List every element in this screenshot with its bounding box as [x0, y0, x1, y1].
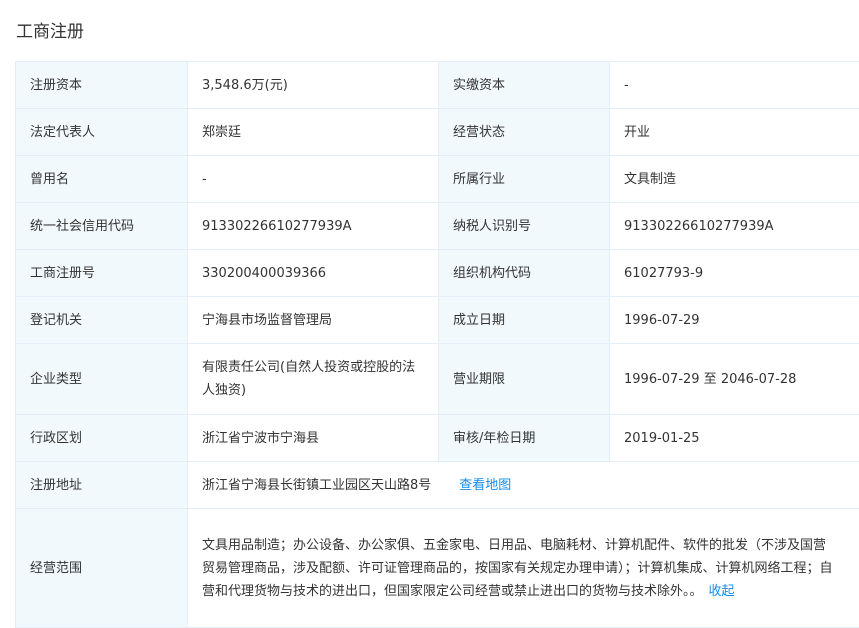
label-company-type: 企业类型 — [15, 343, 188, 415]
label-industry: 所属行业 — [438, 155, 610, 203]
label-credit-code: 统一社会信用代码 — [15, 202, 188, 250]
label-organization-code: 组织机构代码 — [438, 249, 610, 297]
value-former-name: - — [187, 155, 439, 203]
table-row: 统一社会信用代码 91330226610277939A 纳税人识别号 91330… — [15, 202, 859, 250]
table-row: 行政区划 浙江省宁波市宁海县 审核/年检日期 2019-01-25 — [15, 414, 859, 462]
label-administrative-division: 行政区划 — [15, 414, 188, 462]
registration-info-table: 注册资本 3,548.6万(元) 实缴资本 - 法定代表人 郑崇廷 经营状态 开… — [15, 61, 859, 628]
value-administrative-division: 浙江省宁波市宁海县 — [187, 414, 439, 462]
value-business-scope: 文具用品制造；办公设备、办公家俱、五金家电、日用品、电脑耗材、计算机配件、软件的… — [202, 537, 833, 599]
table-row: 工商注册号 330200400039366 组织机构代码 61027793-9 — [15, 249, 859, 297]
label-taxpayer-id: 纳税人识别号 — [438, 202, 610, 250]
table-row: 注册资本 3,548.6万(元) 实缴资本 - — [15, 61, 859, 109]
label-former-name: 曾用名 — [15, 155, 188, 203]
value-company-type: 有限责任公司(自然人投资或控股的法人独资) — [187, 343, 439, 415]
business-registration-panel: 工商注册 注册资本 3,548.6万(元) 实缴资本 - 法定代表人 郑崇廷 经… — [0, 0, 859, 628]
table-row: 经营范围 文具用品制造；办公设备、办公家俱、五金家电、日用品、电脑耗材、计算机配… — [15, 508, 859, 628]
label-business-term: 营业期限 — [438, 343, 610, 415]
value-registration-number: 330200400039366 — [187, 249, 439, 297]
label-registration-authority: 登记机关 — [15, 296, 188, 344]
value-legal-representative: 郑崇廷 — [187, 108, 439, 156]
label-established-date: 成立日期 — [438, 296, 610, 344]
value-business-scope-cell: 文具用品制造；办公设备、办公家俱、五金家电、日用品、电脑耗材、计算机配件、软件的… — [187, 508, 859, 628]
value-registered-address: 浙江省宁海县长街镇工业园区天山路8号 — [202, 477, 432, 493]
label-annual-inspection-date: 审核/年检日期 — [438, 414, 610, 462]
table-row: 登记机关 宁海县市场监督管理局 成立日期 1996-07-29 — [15, 296, 859, 344]
value-credit-code: 91330226610277939A — [187, 202, 439, 250]
value-operating-status: 开业 — [609, 108, 859, 156]
value-annual-inspection-date: 2019-01-25 — [609, 414, 859, 462]
label-operating-status: 经营状态 — [438, 108, 610, 156]
label-paid-in-capital: 实缴资本 — [438, 61, 610, 109]
value-industry: 文具制造 — [609, 155, 859, 203]
value-established-date: 1996-07-29 — [609, 296, 859, 344]
value-organization-code: 61027793-9 — [609, 249, 859, 297]
value-business-term: 1996-07-29 至 2046-07-28 — [609, 343, 859, 415]
table-row: 曾用名 - 所属行业 文具制造 — [15, 155, 859, 203]
label-registration-number: 工商注册号 — [15, 249, 188, 297]
table-row: 注册地址 浙江省宁海县长街镇工业园区天山路8号 查看地图 — [15, 461, 859, 509]
value-registration-authority: 宁海县市场监督管理局 — [187, 296, 439, 344]
view-map-link[interactable]: 查看地图 — [459, 478, 511, 493]
label-registered-address: 注册地址 — [15, 461, 188, 509]
collapse-link[interactable]: 收起 — [709, 584, 735, 599]
value-paid-in-capital: - — [609, 61, 859, 109]
table-row: 法定代表人 郑崇廷 经营状态 开业 — [15, 108, 859, 156]
value-registered-address-cell: 浙江省宁海县长街镇工业园区天山路8号 查看地图 — [187, 461, 859, 509]
value-taxpayer-id: 91330226610277939A — [609, 202, 859, 250]
label-legal-representative: 法定代表人 — [15, 108, 188, 156]
section-title: 工商注册 — [16, 22, 84, 42]
table-row: 企业类型 有限责任公司(自然人投资或控股的法人独资) 营业期限 1996-07-… — [15, 343, 859, 415]
label-business-scope: 经营范围 — [15, 508, 188, 628]
value-registered-capital: 3,548.6万(元) — [187, 61, 439, 109]
label-registered-capital: 注册资本 — [15, 61, 188, 109]
